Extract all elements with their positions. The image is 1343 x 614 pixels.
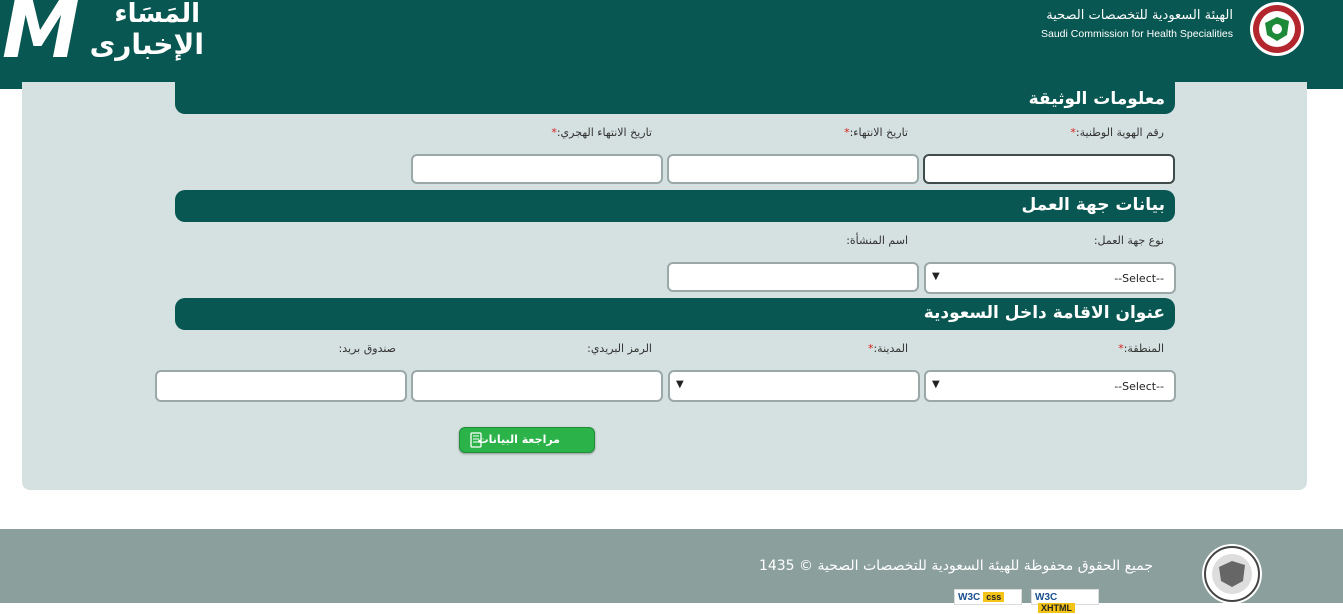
city-label: المدينة:*	[867, 342, 908, 355]
expiry-date-label: تاريخ الانتهاء:*	[844, 126, 908, 139]
national-id-input[interactable]	[923, 154, 1175, 184]
section-employer-info: بيانات جهة العمل	[175, 190, 1175, 222]
dropdown-arrow-icon: ▼	[932, 271, 940, 282]
region-select[interactable]: ▼ --Select--	[924, 370, 1176, 402]
expiry-date-input[interactable]	[667, 154, 919, 184]
po-box-label: صندوق بريد:	[338, 342, 396, 355]
city-select[interactable]: ▼	[668, 370, 920, 402]
scfhs-emblem-icon	[1250, 2, 1304, 56]
postal-code-label: الرمز البريدي:	[587, 342, 652, 355]
facility-name-label: اسم المنشأة:	[846, 234, 908, 247]
dropdown-arrow-icon: ▼	[932, 379, 940, 390]
site-header: M المَسَاء الإخبارى الهيئة السعودية للتخ…	[0, 0, 1343, 89]
logo-mark: M	[2, 0, 80, 76]
hijri-expiry-input[interactable]	[411, 154, 663, 184]
employer-type-select[interactable]: ▼ --Select--	[924, 262, 1176, 294]
dropdown-arrow-icon: ▼	[676, 379, 684, 390]
brand-arabic-name: الهيئة السعودية للتخصصات الصحية	[1046, 8, 1233, 23]
section-document-info: معلومات الوثيقة	[175, 82, 1175, 114]
scfhs-footer-emblem-icon	[1202, 544, 1262, 604]
po-box-input[interactable]	[155, 370, 407, 402]
logo-line2: الإخبارى	[89, 28, 204, 61]
national-id-label: رقم الهوية الوطنية:*	[1070, 126, 1164, 139]
brand-english-name: Saudi Commission for Health Specialities	[1041, 28, 1233, 40]
logo-line1: المَسَاء	[114, 0, 200, 29]
employer-type-label: نوع جهة العمل:	[1093, 234, 1164, 247]
hijri-expiry-label: تاريخ الانتهاء الهجري:*	[551, 126, 652, 139]
region-selected: --Select--	[1114, 380, 1164, 393]
postal-code-input[interactable]	[411, 370, 663, 402]
employer-type-selected: --Select--	[1114, 272, 1164, 285]
region-label: المنطقة:*	[1118, 342, 1164, 355]
review-data-button[interactable]: مراجعة البيانات	[459, 427, 595, 453]
facility-name-input[interactable]	[667, 262, 919, 292]
copyright-text: جميع الحقوق محفوظة للهيئة السعودية للتخص…	[758, 558, 1153, 574]
section-address-info: عنوان الاقامة داخل السعودية	[175, 298, 1175, 330]
masaa-news-logo[interactable]: M المَسَاء الإخبارى	[0, 0, 210, 70]
scfhs-brand[interactable]: الهيئة السعودية للتخصصات الصحية Saudi Co…	[1041, 8, 1233, 40]
site-footer: جميع الحقوق محفوظة للهيئة السعودية للتخص…	[0, 529, 1343, 613]
document-icon	[470, 432, 482, 448]
review-button-label: مراجعة البيانات	[477, 433, 560, 446]
